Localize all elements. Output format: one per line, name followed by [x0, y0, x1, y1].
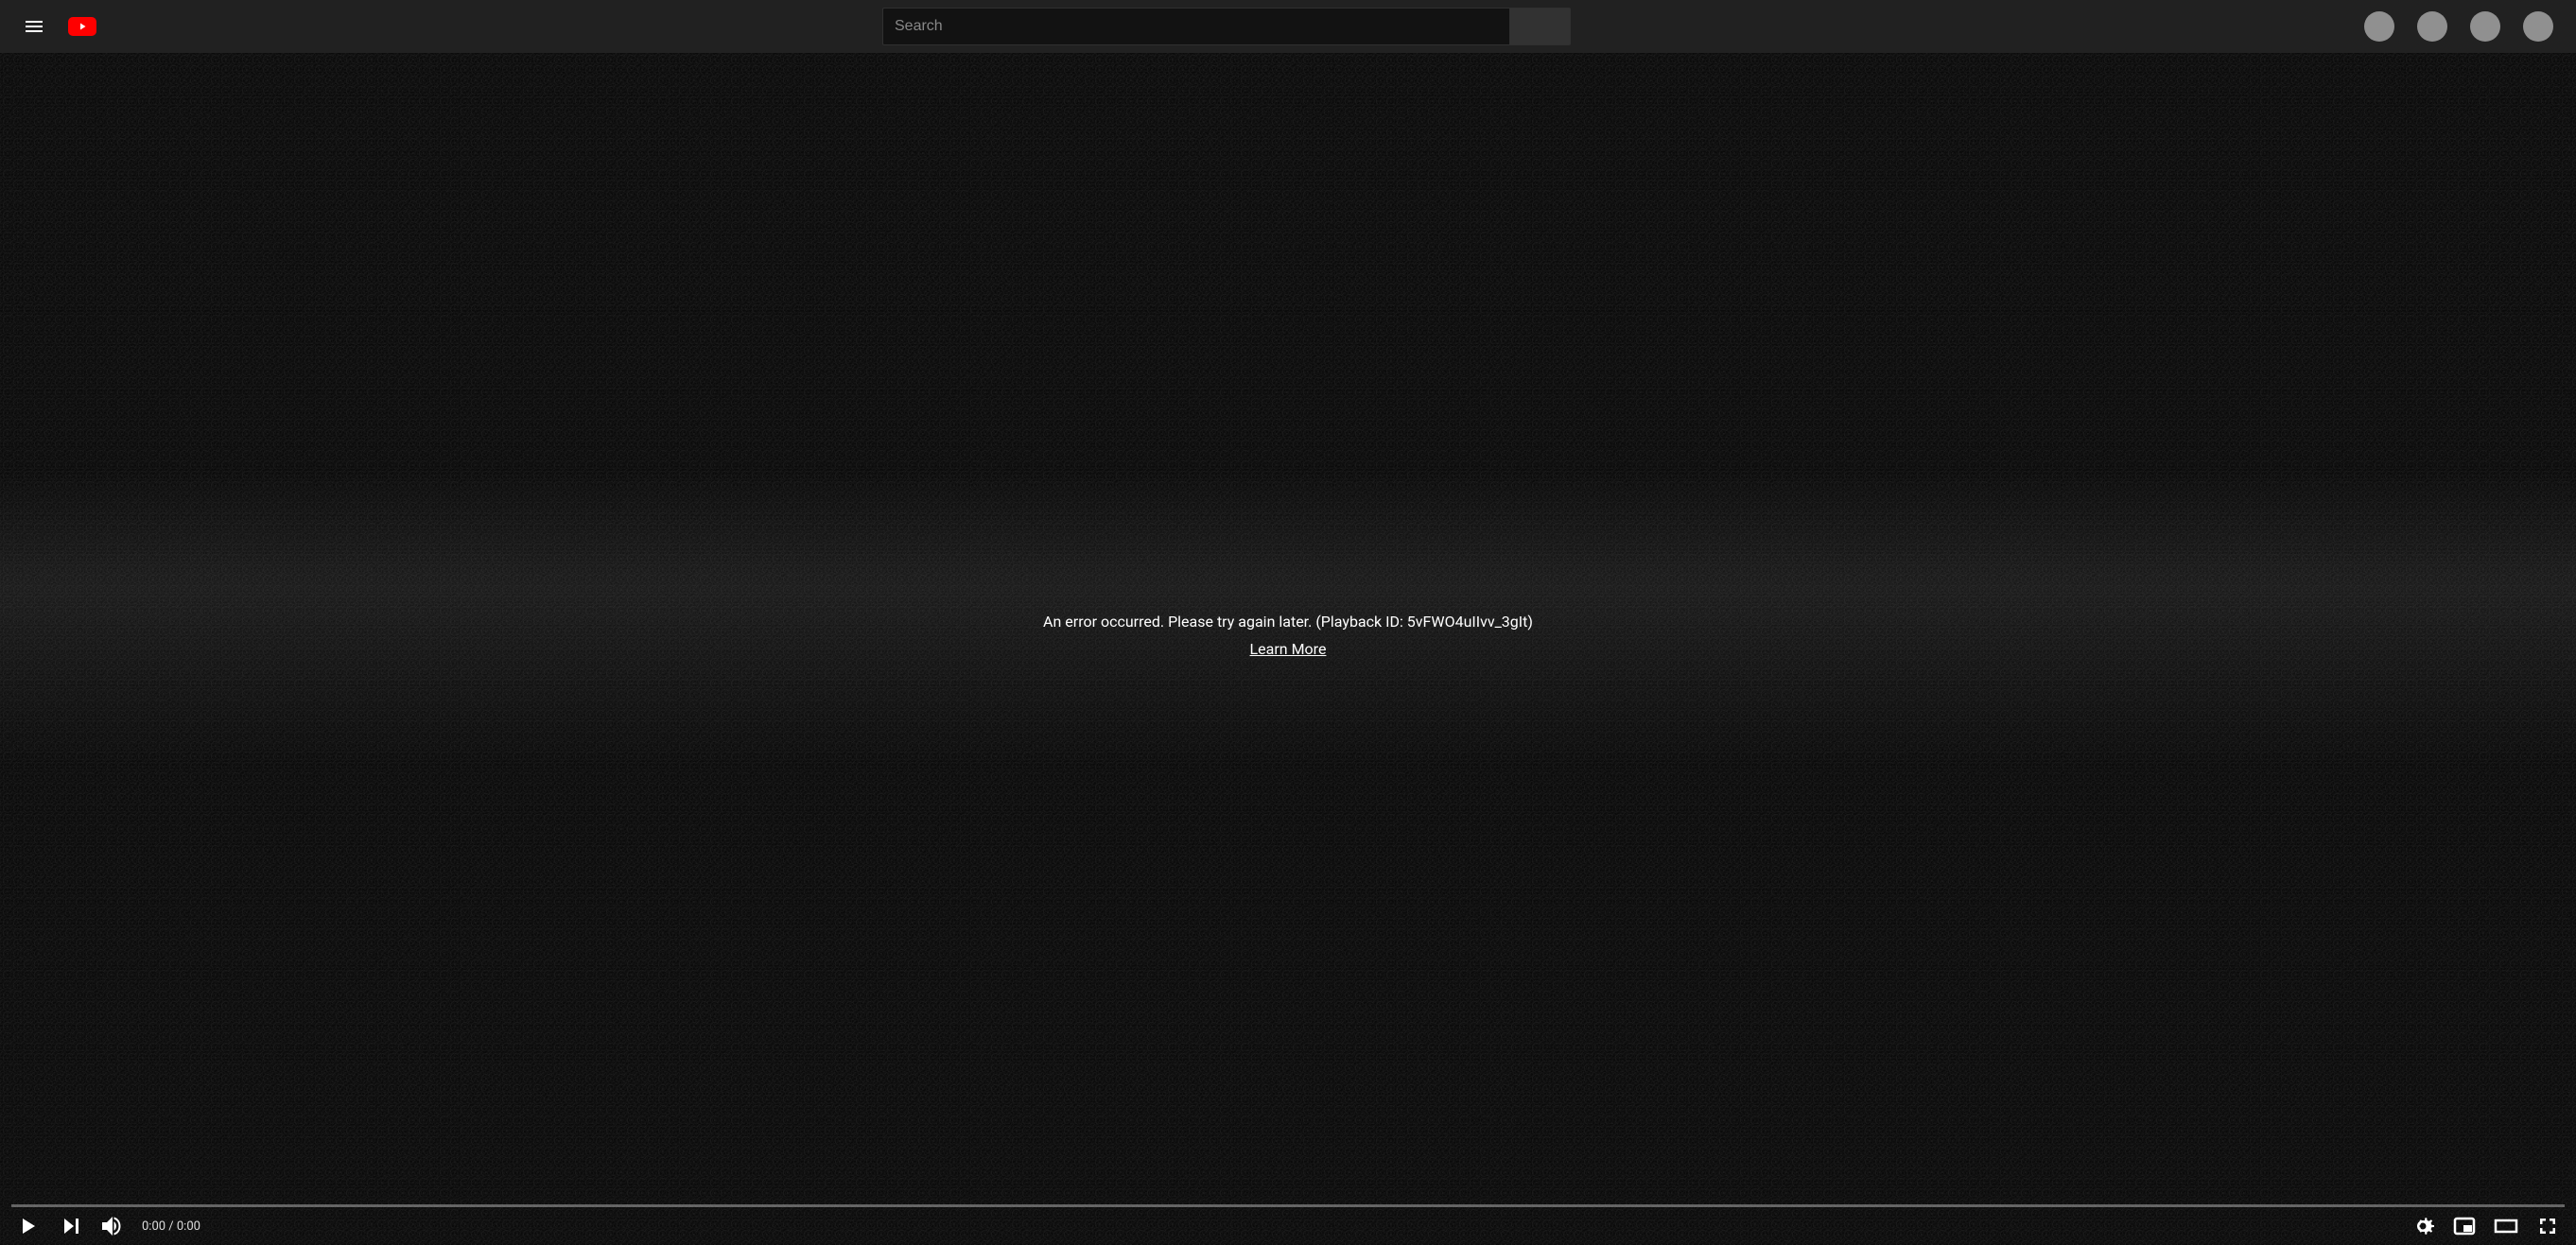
player-wrapper: An error occurred. Please try again late…	[0, 53, 2576, 1245]
controls-container: 0:00 / 0:00	[0, 1204, 2576, 1245]
video-player[interactable]: An error occurred. Please try again late…	[0, 53, 2576, 1245]
header	[0, 0, 2576, 53]
error-overlay: An error occurred. Please try again late…	[1043, 613, 1533, 658]
next-icon	[53, 1209, 87, 1243]
time-display: 0:00 / 0:00	[142, 1219, 200, 1234]
volume-icon	[95, 1209, 129, 1243]
search-button[interactable]	[1509, 8, 1571, 45]
play-button[interactable]	[11, 1209, 45, 1243]
settings-button[interactable]	[2406, 1209, 2440, 1243]
theater-button[interactable]	[2489, 1209, 2523, 1243]
header-action-2[interactable]	[2417, 11, 2447, 42]
learn-more-link[interactable]: Learn More	[1250, 640, 1327, 658]
error-message: An error occurred. Please try again late…	[1043, 613, 1533, 631]
controls-right	[2406, 1209, 2565, 1243]
miniplayer-button[interactable]	[2447, 1209, 2481, 1243]
header-right	[2357, 11, 2561, 42]
play-icon	[77, 21, 88, 32]
logo-mark	[68, 17, 96, 36]
search-input[interactable]	[895, 18, 1498, 35]
header-action-3[interactable]	[2470, 11, 2500, 42]
gear-icon	[2406, 1209, 2440, 1243]
theater-icon	[2489, 1209, 2523, 1243]
fullscreen-button[interactable]	[2531, 1209, 2565, 1243]
search-box[interactable]	[882, 8, 1509, 45]
header-action-4[interactable]	[2523, 11, 2553, 42]
player-controls: 0:00 / 0:00	[11, 1207, 2565, 1245]
play-icon	[11, 1209, 45, 1243]
miniplayer-icon	[2447, 1209, 2481, 1243]
header-center	[882, 8, 1571, 45]
hamburger-icon	[23, 15, 45, 38]
header-action-1[interactable]	[2364, 11, 2394, 42]
fullscreen-icon	[2531, 1209, 2565, 1243]
header-left	[15, 8, 96, 45]
logo[interactable]	[68, 17, 96, 36]
volume-button[interactable]	[95, 1209, 129, 1243]
controls-left: 0:00 / 0:00	[11, 1209, 200, 1243]
next-button[interactable]	[53, 1209, 87, 1243]
menu-button[interactable]	[15, 8, 53, 45]
